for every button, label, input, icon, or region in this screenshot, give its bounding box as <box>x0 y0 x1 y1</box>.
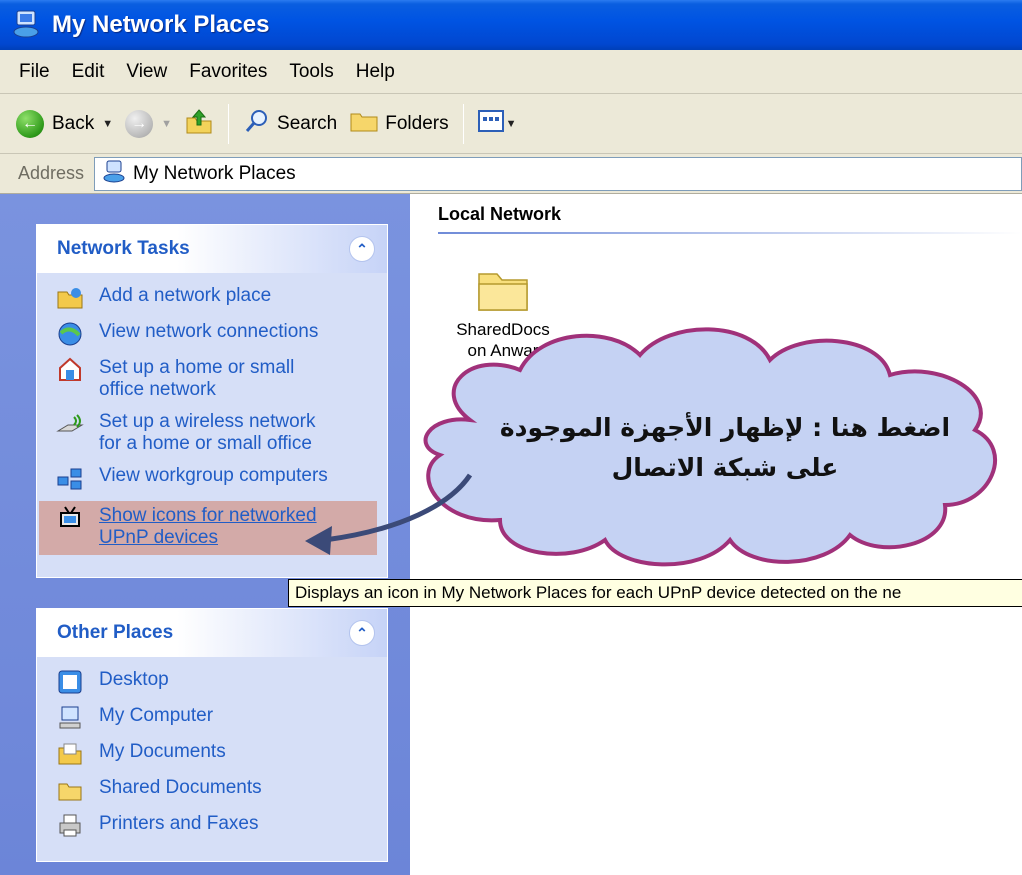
other-places-panel: Other Places ⌃ Desktop My Computer My Do… <box>36 608 388 862</box>
menu-bar: File Edit View Favorites Tools Help <box>0 50 1022 94</box>
task-label-line1: Set up a wireless network <box>99 411 316 432</box>
task-view-workgroup-computers[interactable]: View workgroup computers <box>55 465 377 491</box>
toolbar-separator <box>462 103 464 144</box>
task-pane: Network Tasks ⌃ Add a network place View… <box>0 194 410 875</box>
callout-line2: على شبكة الاتصال <box>611 453 839 482</box>
folder-label-line1: SharedDocs <box>456 320 550 339</box>
address-label: Address <box>18 163 85 183</box>
place-printers-faxes[interactable]: Printers and Faxes <box>55 813 377 839</box>
desktop-icon <box>55 669 85 695</box>
task-view-network-connections[interactable]: View network connections <box>55 321 377 347</box>
task-label-line1: Set up a home or small <box>99 357 295 378</box>
toolbar-separator <box>228 103 230 144</box>
folders-button[interactable]: Folders <box>343 104 454 144</box>
shared-folder-item[interactable]: SharedDocs on Anwar <box>438 264 568 361</box>
task-setup-wireless-network[interactable]: Set up a wireless network for a home or … <box>55 411 377 455</box>
place-my-documents[interactable]: My Documents <box>55 741 377 767</box>
place-desktop[interactable]: Desktop <box>55 669 377 695</box>
group-divider <box>438 232 1022 234</box>
network-tasks-title: Network Tasks <box>57 238 190 259</box>
place-label: Desktop <box>99 669 169 690</box>
wireless-network-icon <box>55 411 85 437</box>
other-places-header[interactable]: Other Places ⌃ <box>37 609 387 657</box>
folder-label-line2: on Anwar <box>467 341 539 360</box>
other-places-title: Other Places <box>57 622 174 643</box>
address-input[interactable]: My Network Places <box>94 156 1022 191</box>
task-label-line1: Show icons for networked <box>99 505 317 526</box>
task-add-network-place[interactable]: Add a network place <box>55 285 377 311</box>
back-label: Back <box>52 112 95 134</box>
content-area: Local Network SharedDocs on Anwar <box>410 194 1022 875</box>
views-button[interactable]: ▼ <box>472 104 523 144</box>
place-label: My Documents <box>99 741 226 762</box>
my-documents-icon <box>55 741 85 767</box>
toolbar: ← Back ▼ → ▼ Search Folders ▼ <box>0 94 1022 154</box>
folders-icon <box>349 108 379 140</box>
task-setup-home-network[interactable]: Set up a home or small office network <box>55 357 377 401</box>
callout-line1: اضغط هنا : لإظهار الأجهزة الموجودة <box>499 413 951 442</box>
printers-faxes-icon <box>55 813 85 839</box>
menu-favorites[interactable]: Favorites <box>178 61 278 83</box>
task-label-line2: UPnP devices <box>99 527 218 548</box>
address-bar: Address My Network Places <box>0 154 1022 194</box>
group-title: Local Network <box>438 204 562 224</box>
place-label: Printers and Faxes <box>99 813 259 834</box>
title-bar: My Network Places <box>0 0 1022 50</box>
up-folder-button[interactable] <box>178 104 220 144</box>
menu-tools[interactable]: Tools <box>278 61 344 83</box>
place-shared-documents[interactable]: Shared Documents <box>55 777 377 803</box>
place-my-computer[interactable]: My Computer <box>55 705 377 731</box>
address-value: My Network Places <box>133 162 296 184</box>
network-connections-icon <box>55 321 85 347</box>
views-icon <box>477 109 504 139</box>
tooltip: Displays an icon in My Network Places fo… <box>288 579 1022 607</box>
chevron-down-icon[interactable]: ▼ <box>506 118 517 130</box>
folder-icon <box>438 264 568 319</box>
menu-help[interactable]: Help <box>345 61 406 83</box>
up-folder-icon <box>184 106 214 142</box>
network-places-icon <box>103 159 127 189</box>
chevron-down-icon[interactable]: ▼ <box>102 118 113 130</box>
chevron-down-icon[interactable]: ▼ <box>161 118 172 130</box>
search-label: Search <box>277 112 338 134</box>
task-label-line2: for a home or small office <box>99 433 312 454</box>
add-network-place-icon <box>55 285 85 311</box>
shared-documents-icon <box>55 777 85 803</box>
upnp-devices-icon <box>55 505 85 531</box>
network-tasks-list: Add a network place View network connect… <box>37 273 387 577</box>
place-label: My Computer <box>99 705 214 726</box>
back-button[interactable]: ← Back ▼ <box>10 104 119 144</box>
back-arrow-icon: ← <box>16 109 44 138</box>
other-places-list: Desktop My Computer My Documents Shared … <box>37 657 387 861</box>
collapse-icon[interactable]: ⌃ <box>349 620 375 646</box>
home-network-icon <box>55 357 85 383</box>
task-label: Add a network place <box>99 285 272 306</box>
menu-view[interactable]: View <box>115 61 178 83</box>
folders-label: Folders <box>385 112 449 134</box>
workgroup-computers-icon <box>55 465 85 491</box>
task-label-line2: office network <box>99 379 216 400</box>
forward-button[interactable]: → ▼ <box>119 104 178 144</box>
menu-file[interactable]: File <box>8 61 61 83</box>
search-button[interactable]: Search <box>237 104 343 144</box>
place-label: Shared Documents <box>99 777 262 798</box>
network-places-icon <box>12 8 42 42</box>
collapse-icon[interactable]: ⌃ <box>349 236 375 262</box>
network-tasks-header[interactable]: Network Tasks ⌃ <box>37 225 387 273</box>
search-icon <box>243 107 271 141</box>
task-label: View network connections <box>99 321 319 342</box>
menu-edit[interactable]: Edit <box>61 61 116 83</box>
local-network-group: Local Network <box>438 204 1022 234</box>
task-show-upnp-icons[interactable]: Show icons for networked UPnP devices <box>39 501 377 555</box>
network-tasks-panel: Network Tasks ⌃ Add a network place View… <box>36 224 388 578</box>
forward-arrow-icon: → <box>125 109 154 138</box>
window-title: My Network Places <box>52 11 270 38</box>
my-computer-icon <box>55 705 85 731</box>
callout-text: اضغط هنا : لإظهار الأجهزة الموجودة على ش… <box>470 408 980 488</box>
task-label: View workgroup computers <box>99 465 328 486</box>
